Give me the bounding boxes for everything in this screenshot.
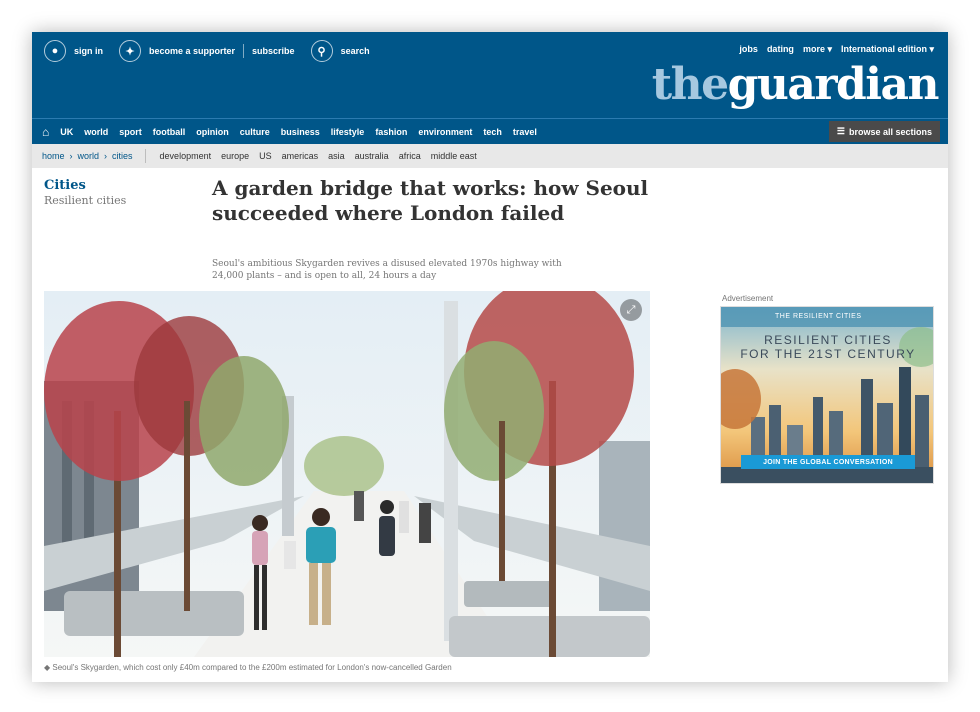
edition-link[interactable]: International edition ▾ — [841, 44, 934, 55]
subsection-africa[interactable]: africa — [399, 151, 421, 161]
nav-item-travel[interactable]: travel — [513, 127, 537, 137]
chevron-right-icon: › — [69, 151, 73, 161]
primary-nav: ⌂ UK world sport football opinion cultur… — [32, 118, 948, 144]
subsection-australia[interactable]: australia — [355, 151, 389, 161]
ad-title: RESILIENT CITIES FOR THE 21ST CENTURY — [721, 333, 933, 361]
nav-item-tech[interactable]: tech — [483, 127, 502, 137]
subsection-middle-east[interactable]: middle east — [431, 151, 477, 161]
nav-item-sport[interactable]: sport — [119, 127, 142, 137]
jobs-link[interactable]: jobs — [739, 44, 758, 55]
browse-all-sections-button[interactable]: ☰ browse all sections — [828, 121, 940, 142]
home-icon[interactable]: ⌂ — [42, 125, 49, 139]
sub-nav: home › world › cities development europe… — [32, 144, 948, 168]
headline-line-1: A garden bridge that works: how Seoul — [212, 176, 649, 200]
section-label[interactable]: Cities — [44, 178, 86, 193]
guardian-logo[interactable]: theguardian — [651, 59, 940, 110]
browse-label: browse all sections — [848, 126, 932, 137]
top-bar: ● sign in ✦ become a supporter subscribe… — [44, 40, 370, 62]
nav-item-business[interactable]: business — [281, 127, 320, 137]
search-link[interactable]: search — [341, 46, 370, 56]
nav-item-football[interactable]: football — [153, 127, 186, 137]
chevron-right-icon: › — [104, 151, 108, 161]
subscribe-link[interactable]: subscribe — [252, 46, 295, 56]
logo-the: the — [651, 59, 729, 110]
standfirst-line-2: 24,000 plants – and is open to all, 24 h… — [212, 271, 437, 281]
image-caption: ◆ Seoul's Skygarden, which cost only £40… — [44, 662, 644, 673]
user-icon[interactable]: ● — [44, 40, 66, 62]
ad-title-line-2: FOR THE 21ST CENTURY — [740, 347, 916, 361]
top-right-links: jobs dating more ▾ International edition… — [739, 44, 934, 55]
standfirst-line-1: Seoul's ambitious Skygarden revives a di… — [212, 259, 562, 269]
logo-guardian: guardian — [727, 59, 940, 110]
nav-item-uk[interactable]: UK — [60, 127, 73, 137]
ad-label: Advertisement — [722, 294, 774, 303]
search-icon[interactable]: ⚲ — [310, 40, 333, 62]
nav-item-world[interactable]: world — [84, 127, 108, 137]
menu-icon: ☰ — [836, 126, 845, 136]
browser-viewport: ● sign in ✦ become a supporter subscribe… — [32, 32, 948, 682]
headline: A garden bridge that works: how Seoul su… — [212, 176, 672, 226]
subsection-americas[interactable]: americas — [282, 151, 319, 161]
nav-item-fashion[interactable]: fashion — [375, 127, 407, 137]
nav-item-lifestyle[interactable]: lifestyle — [331, 127, 365, 137]
breadcrumb-cities[interactable]: cities — [112, 151, 133, 161]
ad-title-line-1: RESILIENT CITIES — [764, 333, 892, 347]
dating-link[interactable]: dating — [767, 44, 794, 55]
standfirst: Seoul's ambitious Skygarden revives a di… — [212, 258, 652, 282]
breadcrumb-home[interactable]: home — [42, 151, 65, 161]
caption-text: Seoul's Skygarden, which cost only £40m … — [52, 663, 452, 672]
sign-in-link[interactable]: sign in — [74, 46, 103, 56]
ad-kicker: THE RESILIENT CITIES — [775, 313, 862, 320]
subsection-development[interactable]: development — [160, 151, 212, 161]
subsection-us[interactable]: US — [259, 151, 272, 161]
breadcrumb-world[interactable]: world — [78, 151, 100, 161]
skygarden-photo — [44, 291, 650, 657]
become-supporter-link[interactable]: become a supporter — [149, 46, 235, 56]
main-image: ⤢ — [44, 291, 650, 657]
masthead: ● sign in ✦ become a supporter subscribe… — [32, 32, 948, 118]
nav-item-opinion[interactable]: opinion — [196, 127, 229, 137]
nav-item-culture[interactable]: culture — [240, 127, 270, 137]
divider — [243, 44, 245, 58]
subsection-europe[interactable]: europe — [221, 151, 249, 161]
subsection-asia[interactable]: asia — [328, 151, 345, 161]
expand-icon[interactable]: ⤢ — [620, 299, 642, 321]
headline-line-2: succeeded where London failed — [212, 201, 565, 225]
more-link[interactable]: more ▾ — [803, 44, 832, 55]
subsection-links: development europe US americas asia aust… — [146, 151, 477, 161]
series-label[interactable]: Resilient cities — [44, 194, 126, 207]
advertisement[interactable]: THE RESILIENT CITIES RESILIENT CITIES FO… — [720, 306, 934, 484]
breadcrumb: home › world › cities — [42, 149, 146, 163]
ad-cta-button[interactable]: JOIN THE GLOBAL CONVERSATION — [741, 455, 915, 469]
nav-item-environment[interactable]: environment — [418, 127, 472, 137]
supporter-icon[interactable]: ✦ — [119, 40, 141, 62]
